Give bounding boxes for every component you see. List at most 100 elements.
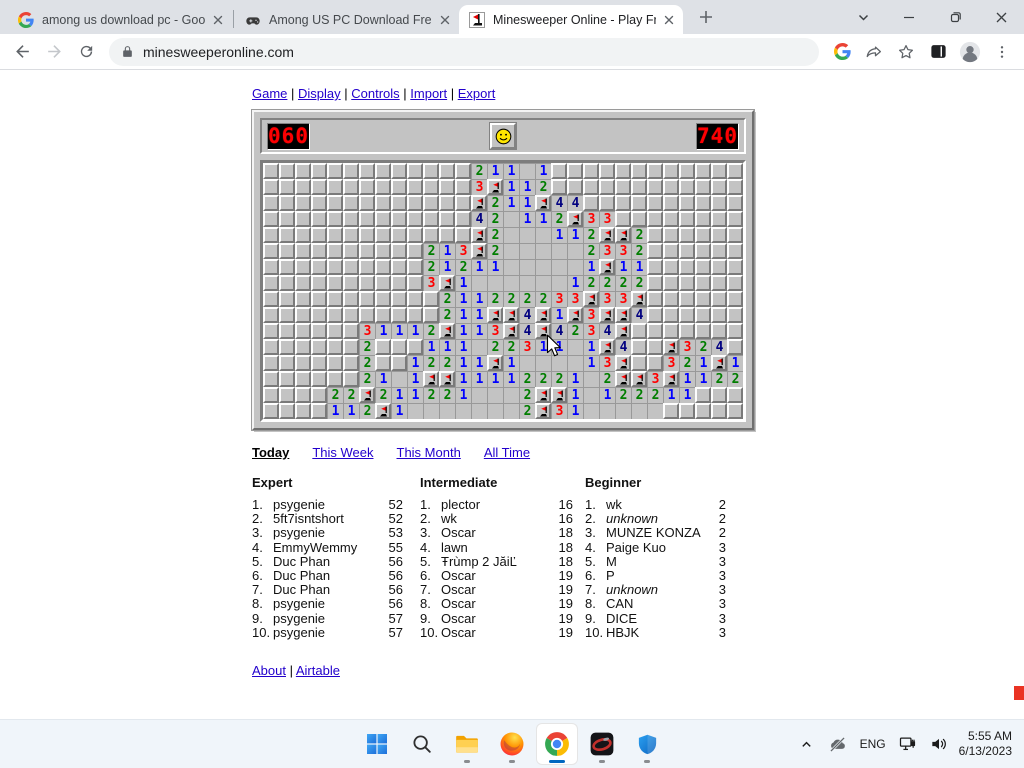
cell-r9c7[interactable] — [375, 307, 391, 323]
cell-r15c5[interactable]: 1 — [343, 403, 359, 419]
cell-r5c0[interactable] — [263, 243, 279, 259]
cell-r0c5[interactable] — [343, 163, 359, 179]
cell-r7c25[interactable] — [663, 275, 679, 291]
cell-r5c26[interactable] — [679, 243, 695, 259]
cell-r15c23[interactable] — [631, 403, 647, 419]
cell-r15c15[interactable] — [503, 403, 519, 419]
cell-r2c9[interactable] — [407, 195, 423, 211]
browser-tab-3[interactable]: Minesweeper Online - Play Free — [459, 5, 683, 34]
cell-r3c21[interactable]: 3 — [599, 211, 615, 227]
cell-r13c20[interactable] — [583, 371, 599, 387]
cell-r7c7[interactable] — [375, 275, 391, 291]
cell-r0c17[interactable]: 1 — [535, 163, 551, 179]
cell-r5c12[interactable]: 3 — [455, 243, 471, 259]
cell-r15c18[interactable]: 3 — [551, 403, 567, 419]
flag-cell-r3c19[interactable] — [567, 211, 583, 227]
cell-r11c26[interactable]: 3 — [679, 339, 695, 355]
side-panel-icon[interactable] — [923, 37, 953, 67]
cell-r15c1[interactable] — [279, 403, 295, 419]
cell-r3c13[interactable]: 4 — [471, 211, 487, 227]
cell-r11c23[interactable] — [631, 339, 647, 355]
cell-r5c5[interactable] — [343, 243, 359, 259]
cell-r6c26[interactable] — [679, 259, 695, 275]
cell-r14c22[interactable]: 2 — [615, 387, 631, 403]
cell-r0c10[interactable] — [423, 163, 439, 179]
cell-r8c11[interactable]: 2 — [439, 291, 455, 307]
cell-r4c2[interactable] — [295, 227, 311, 243]
cell-r8c22[interactable]: 3 — [615, 291, 631, 307]
cell-r1c20[interactable] — [583, 179, 599, 195]
cell-r6c25[interactable] — [663, 259, 679, 275]
cell-r8c15[interactable]: 2 — [503, 291, 519, 307]
cell-r4c24[interactable] — [647, 227, 663, 243]
flag-cell-r15c7[interactable] — [375, 403, 391, 419]
cell-r15c27[interactable] — [695, 403, 711, 419]
cell-r9c20[interactable]: 3 — [583, 307, 599, 323]
cell-r10c7[interactable]: 1 — [375, 323, 391, 339]
speaker-icon[interactable] — [928, 724, 950, 764]
cell-r8c6[interactable] — [359, 291, 375, 307]
flag-cell-r11c25[interactable] — [663, 339, 679, 355]
cell-r7c12[interactable]: 1 — [455, 275, 471, 291]
cell-r5c28[interactable] — [711, 243, 727, 259]
cell-r1c22[interactable] — [615, 179, 631, 195]
cell-r11c2[interactable] — [295, 339, 311, 355]
cell-r14c0[interactable] — [263, 387, 279, 403]
cell-r5c19[interactable] — [567, 243, 583, 259]
cell-r4c1[interactable] — [279, 227, 295, 243]
cell-r0c13[interactable]: 2 — [471, 163, 487, 179]
cell-r5c25[interactable] — [663, 243, 679, 259]
cell-r6c4[interactable] — [327, 259, 343, 275]
cell-r0c8[interactable] — [391, 163, 407, 179]
cell-r15c9[interactable] — [407, 403, 423, 419]
flag-cell-r13c10[interactable] — [423, 371, 439, 387]
cell-r2c25[interactable] — [663, 195, 679, 211]
cell-r9c26[interactable] — [679, 307, 695, 323]
cell-r9c12[interactable]: 1 — [455, 307, 471, 323]
cell-r1c7[interactable] — [375, 179, 391, 195]
cell-r3c15[interactable] — [503, 211, 519, 227]
cell-r13c29[interactable]: 2 — [727, 371, 743, 387]
cell-r0c25[interactable] — [663, 163, 679, 179]
cell-r11c22[interactable]: 4 — [615, 339, 631, 355]
cell-r11c14[interactable]: 2 — [487, 339, 503, 355]
cell-r6c7[interactable] — [375, 259, 391, 275]
flag-cell-r13c22[interactable] — [615, 371, 631, 387]
menu-kebab-icon[interactable] — [987, 37, 1017, 67]
taskbar-media-app-icon[interactable] — [582, 724, 622, 764]
cell-r11c29[interactable] — [727, 339, 743, 355]
cell-r6c22[interactable]: 1 — [615, 259, 631, 275]
cell-r8c19[interactable]: 3 — [567, 291, 583, 307]
cell-r12c21[interactable]: 3 — [599, 355, 615, 371]
cell-r3c8[interactable] — [391, 211, 407, 227]
flag-cell-r5c13[interactable] — [471, 243, 487, 259]
cell-r0c28[interactable] — [711, 163, 727, 179]
browser-tab-2[interactable]: Among US PC Download Free Ga — [235, 5, 459, 34]
cell-r4c29[interactable] — [727, 227, 743, 243]
cell-r12c2[interactable] — [295, 355, 311, 371]
cell-r10c26[interactable] — [679, 323, 695, 339]
leaderboard-tab-this-month[interactable]: This Month — [397, 445, 461, 460]
menu-link-display[interactable]: Display — [298, 86, 341, 101]
cell-r13c9[interactable]: 1 — [407, 371, 423, 387]
cell-r12c10[interactable]: 2 — [423, 355, 439, 371]
cell-r0c11[interactable] — [439, 163, 455, 179]
cell-r5c24[interactable] — [647, 243, 663, 259]
cell-r8c29[interactable] — [727, 291, 743, 307]
cell-r10c12[interactable]: 1 — [455, 323, 471, 339]
flag-cell-r9c19[interactable] — [567, 307, 583, 323]
cell-r1c2[interactable] — [295, 179, 311, 195]
cell-r14c19[interactable]: 1 — [567, 387, 583, 403]
cell-r9c10[interactable] — [423, 307, 439, 323]
cell-r15c12[interactable] — [455, 403, 471, 419]
flag-cell-r14c6[interactable] — [359, 387, 375, 403]
cell-r13c28[interactable]: 2 — [711, 371, 727, 387]
cell-r8c21[interactable]: 3 — [599, 291, 615, 307]
cell-r2c15[interactable]: 1 — [503, 195, 519, 211]
cell-r6c28[interactable] — [711, 259, 727, 275]
cell-r12c7[interactable] — [375, 355, 391, 371]
cell-r4c4[interactable] — [327, 227, 343, 243]
cell-r9c29[interactable] — [727, 307, 743, 323]
cell-r3c10[interactable] — [423, 211, 439, 227]
flag-cell-r4c22[interactable] — [615, 227, 631, 243]
